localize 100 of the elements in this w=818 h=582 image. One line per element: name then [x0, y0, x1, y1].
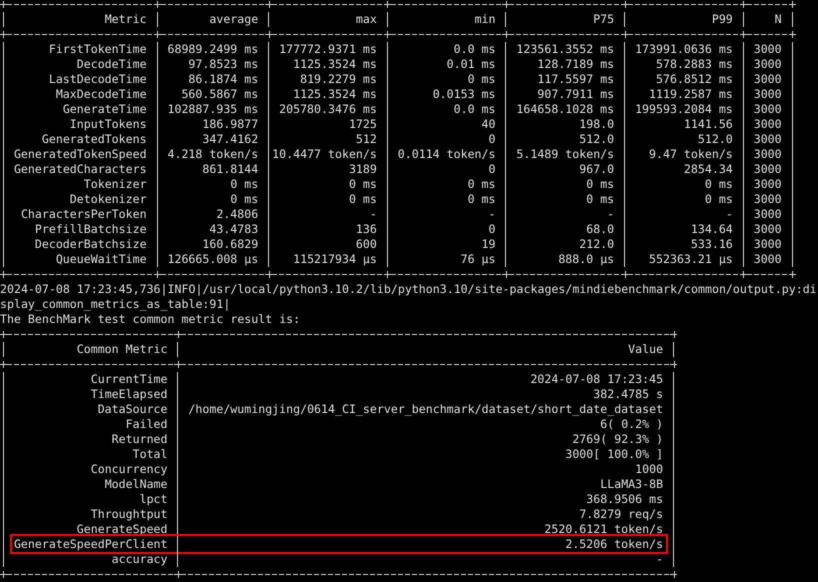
metric-value: 1725: [348, 117, 377, 132]
metric-value: 186.9877: [202, 117, 258, 132]
metric-value: 600: [356, 237, 377, 252]
metric-value: 0 ms: [704, 192, 733, 207]
metric-value: 97.8523 ms: [188, 57, 258, 72]
column-header: Common Metric: [76, 342, 168, 357]
metric-value: 86.1874 ms: [188, 72, 258, 87]
metric-value: 3189: [348, 162, 377, 177]
metric-value: 0: [488, 222, 496, 237]
metric-value: 160.6829: [202, 237, 258, 252]
metric-value: 3000: [754, 147, 782, 162]
metric-value: 0 ms: [586, 177, 614, 192]
metric-value: 576.8512 ms: [656, 72, 733, 87]
metric-value: 533.16: [690, 237, 733, 252]
metric-name: GeneratedTokenSpeed: [14, 147, 147, 162]
metric-name: DecoderBatchsize: [34, 237, 147, 252]
metric-value: 0: [488, 162, 496, 177]
metric-value: 115217934 µs: [293, 252, 377, 267]
metric-value: 2769( 92.3% ): [572, 432, 664, 447]
metric-name: CurrentTime: [90, 372, 168, 387]
metric-name: accuracy: [112, 552, 168, 567]
metric-value: 10.4477 token/s: [272, 147, 377, 162]
metric-name: ModelName: [104, 477, 168, 492]
metric-value: 347.4162: [202, 132, 258, 147]
metric-value: 888.0 µs: [558, 252, 614, 267]
metric-name: GenerateSpeedPerClient: [14, 537, 168, 552]
metric-name: GeneratedTokens: [42, 132, 147, 147]
metric-value: 1125.3524 ms: [293, 87, 377, 102]
metric-value: 3000: [754, 57, 782, 72]
metric-name: DataSource: [98, 402, 168, 417]
metric-name: PrefillBatchsize: [34, 222, 147, 237]
metric-name: Detokenizer: [70, 192, 147, 207]
metric-value: 0 ms: [468, 192, 496, 207]
metric-value: 819.2279 ms: [300, 72, 377, 87]
metric-value: 3000: [754, 177, 782, 192]
metric-name: GeneratedCharacters: [14, 162, 147, 177]
column-header: P99: [712, 12, 733, 27]
metric-value: 512: [356, 132, 377, 147]
metric-value: 43.4783: [209, 222, 258, 237]
metric-value: 0 ms: [348, 177, 377, 192]
metric-value: 0: [488, 132, 496, 147]
metric-value: 136: [356, 222, 377, 237]
column-header: min: [474, 12, 496, 27]
metric-value: 117.5597 ms: [537, 72, 614, 87]
metric-value: -: [607, 207, 614, 222]
metric-value: 907.7911 ms: [537, 87, 614, 102]
column-header: Metric: [104, 12, 147, 27]
metric-value: 3000: [754, 237, 782, 252]
metric-value: 382.4785 s: [593, 387, 664, 402]
metric-value: 0.0153 ms: [432, 87, 496, 102]
metric-value: /home/wumingjing/0614_CI_server_benchmark/dataset/short_date_dataset: [188, 402, 664, 417]
metric-name: MaxDecodeTime: [56, 87, 147, 102]
metric-value: 3000: [754, 252, 782, 267]
metric-name: GenerateTime: [62, 102, 147, 117]
metric-value: 2854.34: [684, 162, 733, 177]
metric-value: 3000[ 100.0% ]: [565, 447, 664, 462]
metric-value: 552363.21 µs: [649, 252, 733, 267]
metric-value: 0 ms: [468, 177, 496, 192]
metric-name: lpct: [140, 492, 168, 507]
log-line: 2024-07-08 17:23:45,736|INFO|/usr/local/python3.10.2/lib/python3.10/site-packages/mindiebenchmark/common/output.py:di: [0, 282, 817, 296]
metric-value: 512.0: [698, 132, 733, 147]
column-header: Value: [628, 342, 664, 357]
metric-value: 3000: [754, 87, 782, 102]
metric-value: 861.8144: [202, 162, 258, 177]
metric-value: 68.0: [586, 222, 614, 237]
metric-value: 68989.2499 ms: [167, 42, 258, 57]
metric-value: 2024-07-08 17:23:45: [530, 372, 664, 387]
column-header: N: [774, 12, 782, 27]
metric-value: 0.0114 token/s: [398, 147, 496, 162]
metric-value: -: [656, 552, 664, 567]
metric-name: Returned: [112, 432, 168, 447]
metric-value: 123561.3552 ms: [516, 42, 614, 57]
metric-value: 2520.6121 token/s: [544, 522, 664, 537]
metric-value: 5.1489 token/s: [516, 147, 614, 162]
metric-value: 0.0 ms: [454, 42, 496, 57]
metric-value: 3000: [754, 132, 782, 147]
metric-value: 199593.2084 ms: [635, 102, 733, 117]
metric-value: 1119.2587 ms: [649, 87, 733, 102]
metric-name: InputTokens: [70, 117, 147, 132]
metric-value: 4.218 token/s: [167, 147, 258, 162]
metric-value: 19: [482, 237, 496, 252]
metric-value: 0 ms: [468, 72, 496, 87]
metric-value: 9.47 token/s: [649, 147, 733, 162]
metric-value: 102887.935 ms: [167, 102, 258, 117]
metric-value: 0 ms: [230, 192, 258, 207]
metric-value: 126665.008 µs: [167, 252, 258, 267]
log-line: splay_common_metrics_as_table:91|: [0, 297, 230, 311]
metric-name: DecodeTime: [76, 57, 147, 72]
column-header: max: [356, 12, 377, 27]
metric-name: Failed: [126, 417, 168, 432]
metric-value: 3000: [754, 42, 782, 57]
column-header: P75: [593, 12, 614, 27]
metric-value: 6( 0.2% ): [600, 417, 664, 432]
metric-name: TimeElapsed: [90, 387, 168, 402]
metric-name: Concurrency: [90, 462, 168, 477]
metric-name: Throughtput: [90, 507, 168, 522]
metric-name: GenerateSpeed: [76, 522, 168, 537]
metric-value: 0 ms: [704, 177, 733, 192]
metric-value: 128.7189 ms: [537, 57, 614, 72]
metric-value: 177772.9371 ms: [279, 42, 377, 57]
